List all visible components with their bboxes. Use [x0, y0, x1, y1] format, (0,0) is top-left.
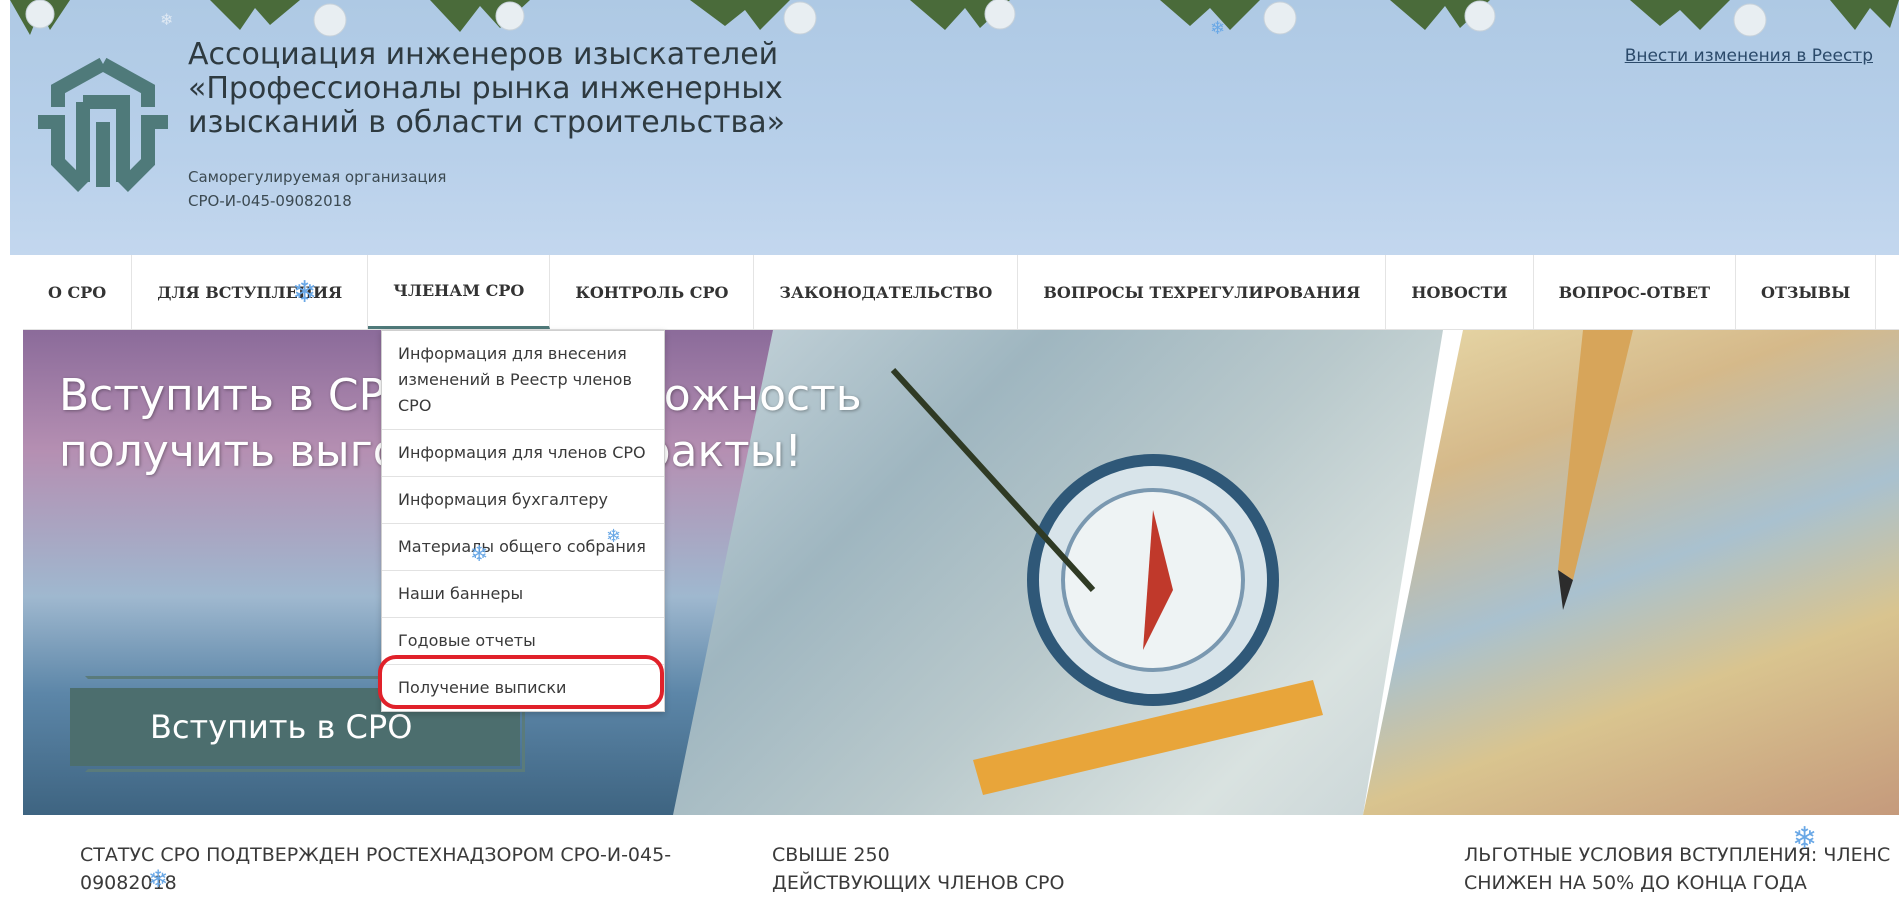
nav-item-tech-regulation[interactable]: ВОПРОСЫ ТЕХРЕГУЛИРОВАНИЯ — [1018, 255, 1387, 329]
site-header: Ассоциация инженеров изыскателей «Профес… — [10, 0, 1899, 255]
hero-photo-pencil-map — [1363, 330, 1899, 815]
stats-strip: СТАТУС СРО ПОДТВЕРЖДЕН РОСТЕХНАДЗОРОМ СР… — [0, 815, 1899, 919]
association-logo-icon — [38, 57, 168, 192]
nav-item-members[interactable]: ЧЛЕНАМ СРО — [368, 255, 551, 329]
organization-name-line: изысканий в области строительства» — [188, 105, 785, 140]
menu-item-members-info[interactable]: Информация для членов СРО — [382, 430, 664, 477]
nav-item-reviews[interactable]: ОТЗЫВЫ — [1736, 255, 1877, 329]
menu-item-registry-changes-info[interactable]: Информация для внесения изменений в Реес… — [382, 331, 664, 430]
organization-name-line: Ассоциация инженеров изыскателей — [188, 37, 779, 72]
stat-benefits-line: ЛЬГОТНЫЕ УСЛОВИЯ ВСТУПЛЕНИЯ: ЧЛЕНС — [1464, 844, 1891, 866]
stat-benefits: ЛЬГОТНЫЕ УСЛОВИЯ ВСТУПЛЕНИЯ: ЧЛЕНС СНИЖЕ… — [1464, 841, 1894, 897]
hero-banner: Вступить в СРО - это возможность получит… — [23, 330, 1899, 815]
stat-status: СТАТУС СРО ПОДТВЕРЖДЕН РОСТЕХНАДЗОРОМ СР… — [80, 841, 671, 897]
menu-item-general-meeting-materials[interactable]: Материалы общего собрания — [382, 524, 664, 571]
organization-subtitle: Саморегулируемая организация СРО-И-045-0… — [188, 165, 446, 213]
snowflake-icon: ❄ — [1210, 18, 1226, 39]
snowflake-icon: ❄ — [470, 542, 489, 567]
nav-item-news[interactable]: НОВОСТИ — [1386, 255, 1534, 329]
organization-name: Ассоциация инженеров изыскателей «Профес… — [188, 38, 828, 140]
stat-members-line: СВЫШЕ 250 — [772, 844, 890, 866]
nav-item-control[interactable]: КОНТРОЛЬ СРО — [550, 255, 755, 329]
stat-status-line: 09082018 — [80, 872, 177, 894]
registry-changes-link[interactable]: Внести изменения в Реестр — [1625, 46, 1873, 66]
pencil-illustration — [1558, 330, 1633, 610]
menu-item-banners[interactable]: Наши баннеры — [382, 571, 664, 618]
menu-item-accountant-info[interactable]: Информация бухгалтеру — [382, 477, 664, 524]
organization-name-line: «Профессионалы рынка инженерных — [188, 71, 783, 106]
nav-item-join[interactable]: ДЛЯ ВСТУПЛЕНИЯ — [132, 255, 369, 329]
snowflake-icon: ❄ — [1792, 821, 1818, 856]
snowflake-icon: ❄ — [148, 865, 169, 893]
menu-item-get-extract[interactable]: Получение выписки — [382, 665, 664, 711]
page: Ассоциация инженеров изыскателей «Профес… — [0, 0, 1899, 919]
nav-item-legislation[interactable]: ЗАКОНОДАТЕЛЬСТВО — [754, 255, 1019, 329]
members-dropdown-menu: Информация для внесения изменений в Реес… — [381, 330, 665, 712]
stat-members: СВЫШЕ 250 ДЕЙСТВУЮЩИХ ЧЛЕНОВ СРО — [772, 841, 1064, 897]
stat-status-line: СТАТУС СРО ПОДТВЕРЖДЕН РОСТЕХНАДЗОРОМ СР… — [80, 844, 672, 866]
menu-item-annual-reports[interactable]: Годовые отчеты — [382, 618, 664, 665]
snowflake-icon: ❄ — [292, 275, 318, 310]
organization-type: Саморегулируемая организация — [188, 168, 447, 186]
snowflake-icon: ❄ — [160, 10, 174, 29]
snowflake-icon: ❄ — [606, 526, 622, 547]
stat-benefits-line: СНИЖЕН НА 50% ДО КОНЦА ГОДА — [1464, 872, 1807, 894]
nav-item-about[interactable]: О СРО — [23, 255, 133, 329]
nav-item-faq[interactable]: ВОПРОС-ОТВЕТ — [1534, 255, 1737, 329]
stat-members-line: ДЕЙСТВУЮЩИХ ЧЛЕНОВ СРО — [772, 872, 1065, 894]
organization-registration-number: СРО-И-045-09082018 — [188, 192, 352, 210]
